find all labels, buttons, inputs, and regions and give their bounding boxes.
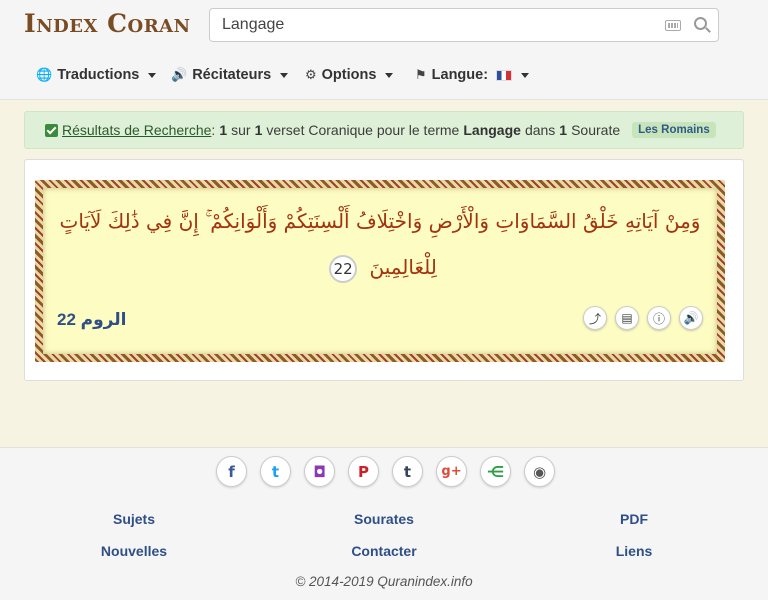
chevron-down-icon [521,72,530,78]
alert-verse-text: verset Coranique pour le terme [266,122,460,138]
footer-link-contacter[interactable]: Contacter [351,543,416,559]
audio-icon[interactable]: 🔊 [679,306,703,330]
search-input[interactable]: Langage [222,16,284,34]
verse-card: وَمِنْ آيَاتِهِ خَلْقُ السَّمَاوَاتِ وَا… [43,188,717,354]
gear-icon: ⚙ [305,67,317,82]
verse-panel: وَمِنْ آيَاتِهِ خَلْقُ السَّمَاوَاتِ وَا… [24,159,744,381]
footer-link-nouvelles[interactable]: Nouvelles [101,543,167,559]
site-logo[interactable]: Index Coran [24,9,191,38]
nav-reciters[interactable]: 🔊 Récitateurs [171,66,289,84]
social-links: f t ◘ P t g+ ⋲ ◉ [216,456,555,487]
footer-link-sourates[interactable]: Sourates [354,511,414,527]
search-results-alert: Résultats de Recherche : 1 sur 1 verset … [24,111,744,149]
footer: f t ◘ P t g+ ⋲ ◉ Sujets Sourates PDF Nou… [0,447,768,600]
alert-count: 1 [219,122,228,138]
surah-badge[interactable]: Les Romains [632,122,716,138]
checkbox-icon [45,123,58,137]
share-icon[interactable]: ⤴ [583,306,607,330]
google-plus-icon[interactable]: g+ [436,456,467,487]
alert-term: Langage [463,122,521,138]
facebook-icon[interactable]: f [216,456,247,487]
verse-tools: ⤴ ▤ ⓘ 🔊 [583,306,703,330]
verse-number: 22 [329,254,358,283]
nav-options-label: Options [321,67,377,83]
flag-icon: ⚑ [415,67,427,82]
verse-frame: وَمِنْ آيَاتِهِ خَلْقُ السَّمَاوَاتِ وَا… [35,180,725,362]
alert-total: 1 [254,122,263,138]
header: Index Coran Langage 🌐 Traductions 🔊 Réci… [0,0,768,100]
search-icon[interactable] [694,17,707,30]
keyboard-icon[interactable] [665,20,681,31]
info-icon[interactable]: ⓘ [647,306,671,330]
verse-text-container: وَمِنْ آيَاتِهِ خَلْقُ السَّمَاوَاتِ وَا… [53,198,707,290]
chevron-down-icon [280,72,289,78]
search-results-link[interactable]: Résultats de Recherche [62,122,211,138]
search-box[interactable]: Langage [209,8,719,42]
nav-reciters-label: Récitateurs [192,67,272,83]
verse-text: وَمِنْ آيَاتِهِ خَلْقُ السَّمَاوَاتِ وَا… [59,209,701,279]
globe-icon: 🌐 [36,67,53,82]
volume-icon: 🔊 [171,67,188,82]
chevron-down-icon [148,72,157,78]
alert-surah-count: 1 [559,122,568,138]
nav-translations-label: Traductions [57,67,140,83]
tumblr-icon[interactable]: t [392,456,423,487]
chevron-down-icon [385,72,394,78]
copyright: © 2014-2019 Quranindex.info [295,574,473,589]
pdf-icon[interactable]: ▤ [615,306,639,330]
french-flag-icon [496,69,513,81]
nav-translations[interactable]: 🌐 Traductions [36,66,157,84]
alert-sur: sur [231,122,251,138]
alert-surah-word: Sourate [571,122,621,138]
github-icon[interactable]: ◉ [524,456,555,487]
alert-dans: dans [524,122,556,138]
footer-link-pdf[interactable]: PDF [620,511,648,527]
nav-options[interactable]: ⚙ Options [305,66,394,84]
nav-language[interactable]: ⚑ Langue: [415,66,530,84]
share-icon[interactable]: ⋲ [480,456,511,487]
nav-language-label: Langue: [431,67,489,83]
footer-link-liens[interactable]: Liens [616,543,653,559]
instagram-icon[interactable]: ◘ [304,456,335,487]
verse-reference[interactable]: الروم 22 [57,310,126,330]
twitter-icon[interactable]: t [260,456,291,487]
footer-link-sujets[interactable]: Sujets [113,511,155,527]
pinterest-icon[interactable]: P [348,456,379,487]
alert-colon: : [211,122,216,138]
